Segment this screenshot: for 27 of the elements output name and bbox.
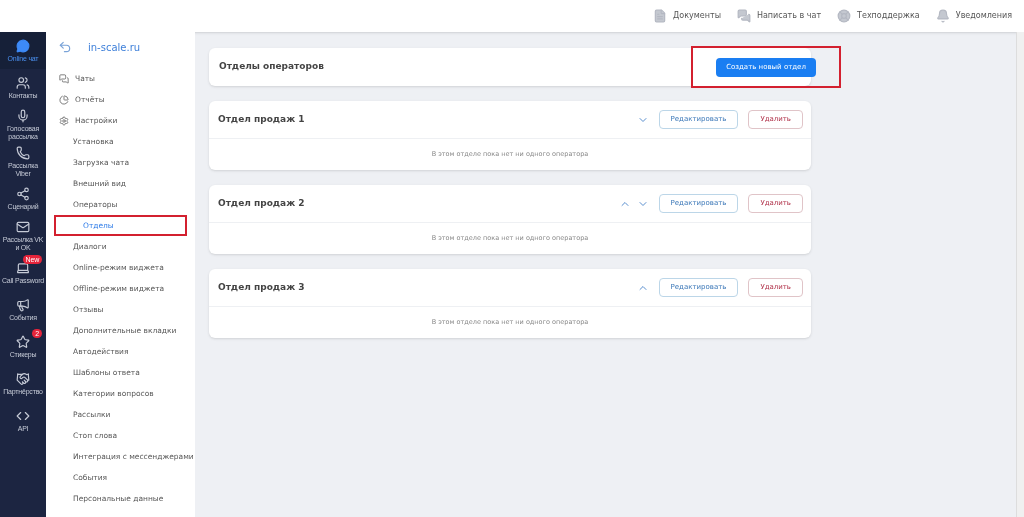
bell-icon [935,9,950,23]
lifebuoy-icon [837,9,852,23]
chat-bubble-icon [16,38,30,53]
site-name: in-scale.ru [88,40,141,55]
handshake-icon [16,371,30,386]
chat-bubbles-icon [736,9,751,23]
phone-icon [16,145,30,160]
department-name: Отдел продаж 3 [218,280,305,294]
department-name: Отдел продаж 1 [218,112,305,126]
chat-bubbles-icon [59,73,69,84]
back-arrow-icon[interactable] [58,40,72,54]
star-icon [16,334,30,349]
top-link[interactable]: Уведомления [935,9,1012,23]
department-name: Отдел продаж 2 [218,196,305,210]
settings-icon [59,115,69,126]
laptop-icon [16,260,30,275]
envelope-icon [16,219,30,234]
pie-chart-icon [59,94,69,105]
top-link[interactable]: Документы [653,9,721,23]
microphone-icon [16,108,30,123]
top-link[interactable]: Написать в чат [736,9,822,23]
people-icon [16,75,30,90]
megaphone-icon [16,297,30,312]
document-icon [653,9,668,23]
nodes-icon [16,186,30,201]
top-link[interactable]: Техподдержка [837,9,920,23]
page-title: Отделы операторов [219,60,324,74]
